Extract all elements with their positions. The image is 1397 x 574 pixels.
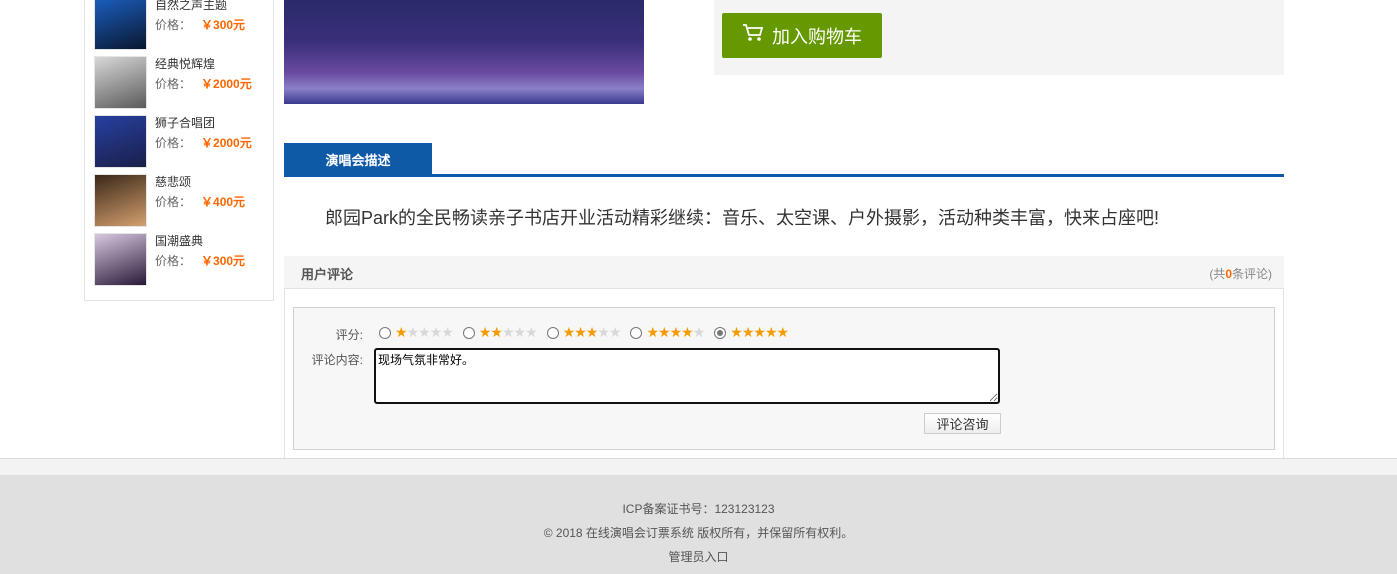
sidebar-concert-item[interactable]: 慈悲颂 价格： ￥400元 [94, 174, 274, 227]
rating-label: 评分: [335, 328, 363, 342]
concert-image [284, 0, 644, 104]
tab-underline [284, 174, 1284, 177]
concert-price: 价格： ￥2000元 [155, 136, 252, 150]
icp-text: ICP备案证书号：123123123 [622, 502, 775, 516]
concert-price: 价格： ￥300元 [155, 254, 246, 268]
sidebar-concert-item[interactable]: 国潮盛典 价格： ￥300元 [94, 233, 274, 286]
concert-name[interactable]: 慈悲颂 [155, 173, 191, 190]
comments-header: 用户评论 (共0条评论) [284, 256, 1284, 289]
sidebar-concert-item[interactable]: 狮子合唱团 价格： ￥2000元 [94, 115, 274, 168]
rating-options: ★★★★★ ★★★★★ ★★★★★ ★★★★★ ★★★★★ [379, 324, 798, 341]
rating-option-5[interactable]: ★★★★★ [714, 324, 798, 341]
star-rating-icon: ★★★★★ [478, 324, 538, 340]
rating-radio[interactable] [630, 326, 643, 339]
rating-radio[interactable] [462, 326, 475, 339]
add-to-cart-label: 加入购物车 [772, 26, 862, 47]
footer: ICP备案证书号：123123123 © 2018 在线演唱会订票系统 版权所有… [0, 475, 1397, 574]
rating-radio[interactable] [714, 326, 727, 339]
star-rating-icon: ★★★★★ [646, 324, 705, 340]
star-rating-icon: ★★★★★ [562, 324, 622, 340]
rating-radio[interactable] [379, 326, 391, 339]
concert-name[interactable]: 狮子合唱团 [155, 114, 215, 131]
rating-option-3[interactable]: ★★★★★ [546, 324, 631, 341]
footer-divider [0, 458, 1397, 475]
sidebar-concert-item[interactable]: 经典悦辉煌 价格： ￥2000元 [94, 56, 274, 109]
content-label: 评论内容: [311, 353, 363, 367]
concert-name[interactable]: 自然之声主题 [155, 0, 227, 13]
concert-price: 价格： ￥2000元 [155, 77, 252, 91]
submit-comment-button[interactable]: 评论咨询 [924, 413, 1001, 434]
concert-price: 价格： ￥300元 [155, 18, 246, 32]
rating-option-4[interactable]: ★★★★★ [630, 324, 714, 341]
concert-thumbnail[interactable] [94, 115, 147, 168]
concert-name[interactable]: 国潮盛典 [155, 232, 203, 249]
concert-thumbnail[interactable] [94, 174, 147, 227]
admin-link[interactable]: 管理员入口 [0, 548, 1397, 565]
rating-option-1[interactable]: ★★★★★ [379, 324, 463, 341]
star-rating-icon: ★★★★★ [730, 324, 789, 340]
comment-content-input[interactable] [374, 348, 1000, 404]
rating-option-2[interactable]: ★★★★★ [462, 324, 547, 341]
star-rating-icon: ★★★★★ [395, 324, 454, 340]
sidebar-concert-item[interactable]: 自然之声主题 价格： ￥300元 [94, 0, 274, 50]
concert-thumbnail[interactable] [94, 56, 147, 109]
comment-count: (共0条评论) [1209, 267, 1272, 281]
comments-title: 用户评论 [301, 267, 354, 282]
concert-price: 价格： ￥400元 [155, 195, 246, 209]
concert-thumbnail[interactable] [94, 233, 147, 286]
add-to-cart-button[interactable]: 加入购物车 [722, 13, 882, 58]
tab-description[interactable]: 演唱会描述 [284, 143, 432, 176]
rating-radio[interactable] [546, 326, 559, 339]
concert-name[interactable]: 经典悦辉煌 [155, 55, 215, 72]
hot-concerts-sidebar: 自然之声主题 价格： ￥300元 经典悦辉煌 价格： ￥2000元 狮子合唱团 价格… [84, 0, 274, 301]
concert-thumbnail[interactable] [94, 0, 147, 50]
cart-icon [742, 23, 764, 48]
concert-description: 郎园Park的全民畅读亲子书店开业活动精彩继续：音乐、太空课、户外摄影，活动种类… [325, 208, 1160, 228]
copyright-text: © 2018 在线演唱会订票系统 版权所有，并保留所有权利。 [543, 526, 854, 540]
